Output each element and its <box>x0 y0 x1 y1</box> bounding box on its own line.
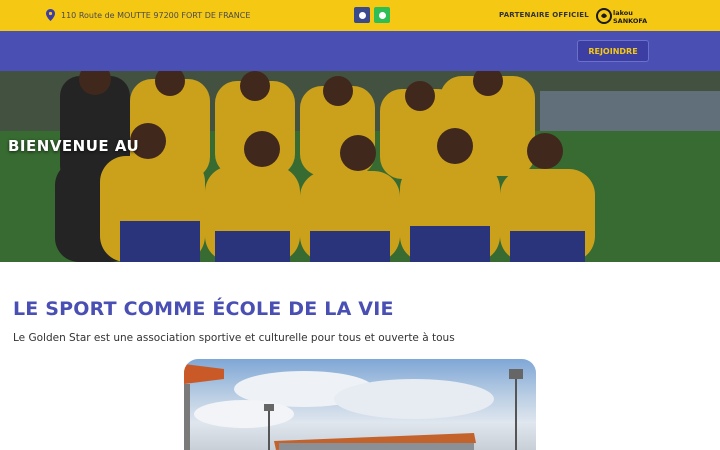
partner-logo[interactable]: lakou SANKOFA <box>596 6 652 26</box>
address-text: 110 Route de MOUTTE 97200 FORT DE FRANCE <box>61 10 251 20</box>
stadium-illustration <box>184 364 523 450</box>
map-pin-icon <box>46 9 55 21</box>
facebook-icon[interactable] <box>354 7 370 23</box>
address: 110 Route de MOUTTE 97200 FORT DE FRANCE <box>46 9 250 21</box>
section-tagline: Le Golden Star est une association sport… <box>13 332 455 344</box>
whatsapp-glyph <box>378 11 386 19</box>
join-button[interactable]: REJOINDRE <box>577 40 649 62</box>
main-nav: REJOINDRE <box>0 31 720 71</box>
stadium-photo <box>184 359 536 450</box>
partner-label: PARTENAIRE OFFICIEL <box>499 11 589 19</box>
hero-banner: BIENVENUE AU <box>0 71 720 262</box>
top-bar: 110 Route de MOUTTE 97200 FORT DE FRANCE… <box>0 0 720 31</box>
svg-text:SANKOFA: SANKOFA <box>613 17 647 25</box>
facebook-glyph <box>358 11 366 19</box>
whatsapp-icon[interactable] <box>374 7 390 23</box>
hero-title: BIENVENUE AU <box>8 137 140 155</box>
svg-text:lakou: lakou <box>613 9 633 17</box>
team-photo <box>0 71 720 262</box>
section-heading: LE SPORT COMME ÉCOLE DE LA VIE <box>13 298 394 320</box>
